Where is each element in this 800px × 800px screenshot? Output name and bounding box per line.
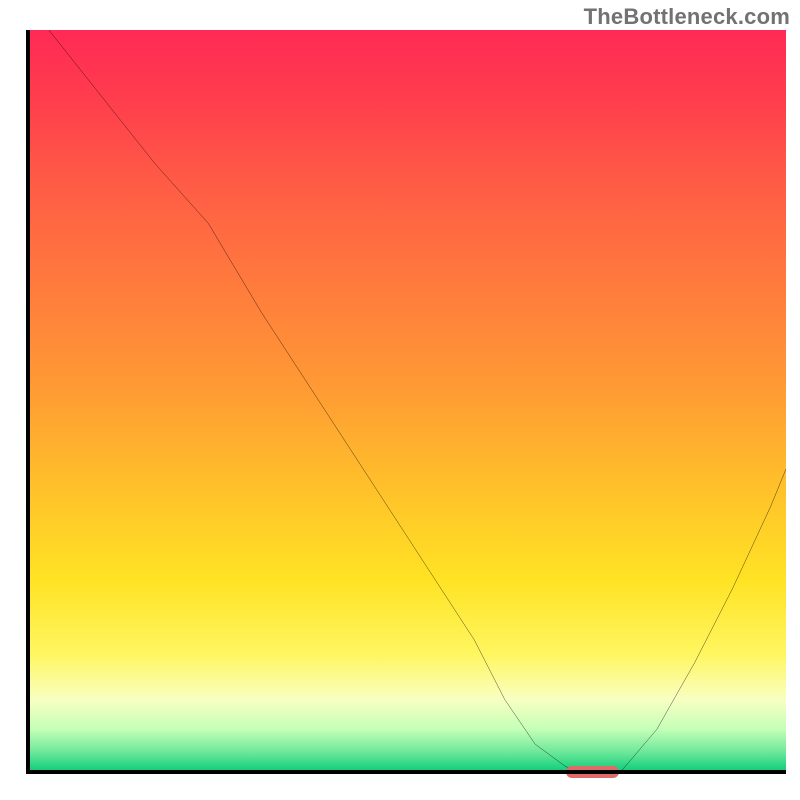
plot-area	[26, 30, 786, 774]
gradient-background	[26, 30, 786, 774]
optimal-region-marker	[566, 766, 619, 778]
attribution-text: TheBottleneck.com	[584, 4, 790, 30]
bottleneck-chart: TheBottleneck.com	[0, 0, 800, 800]
